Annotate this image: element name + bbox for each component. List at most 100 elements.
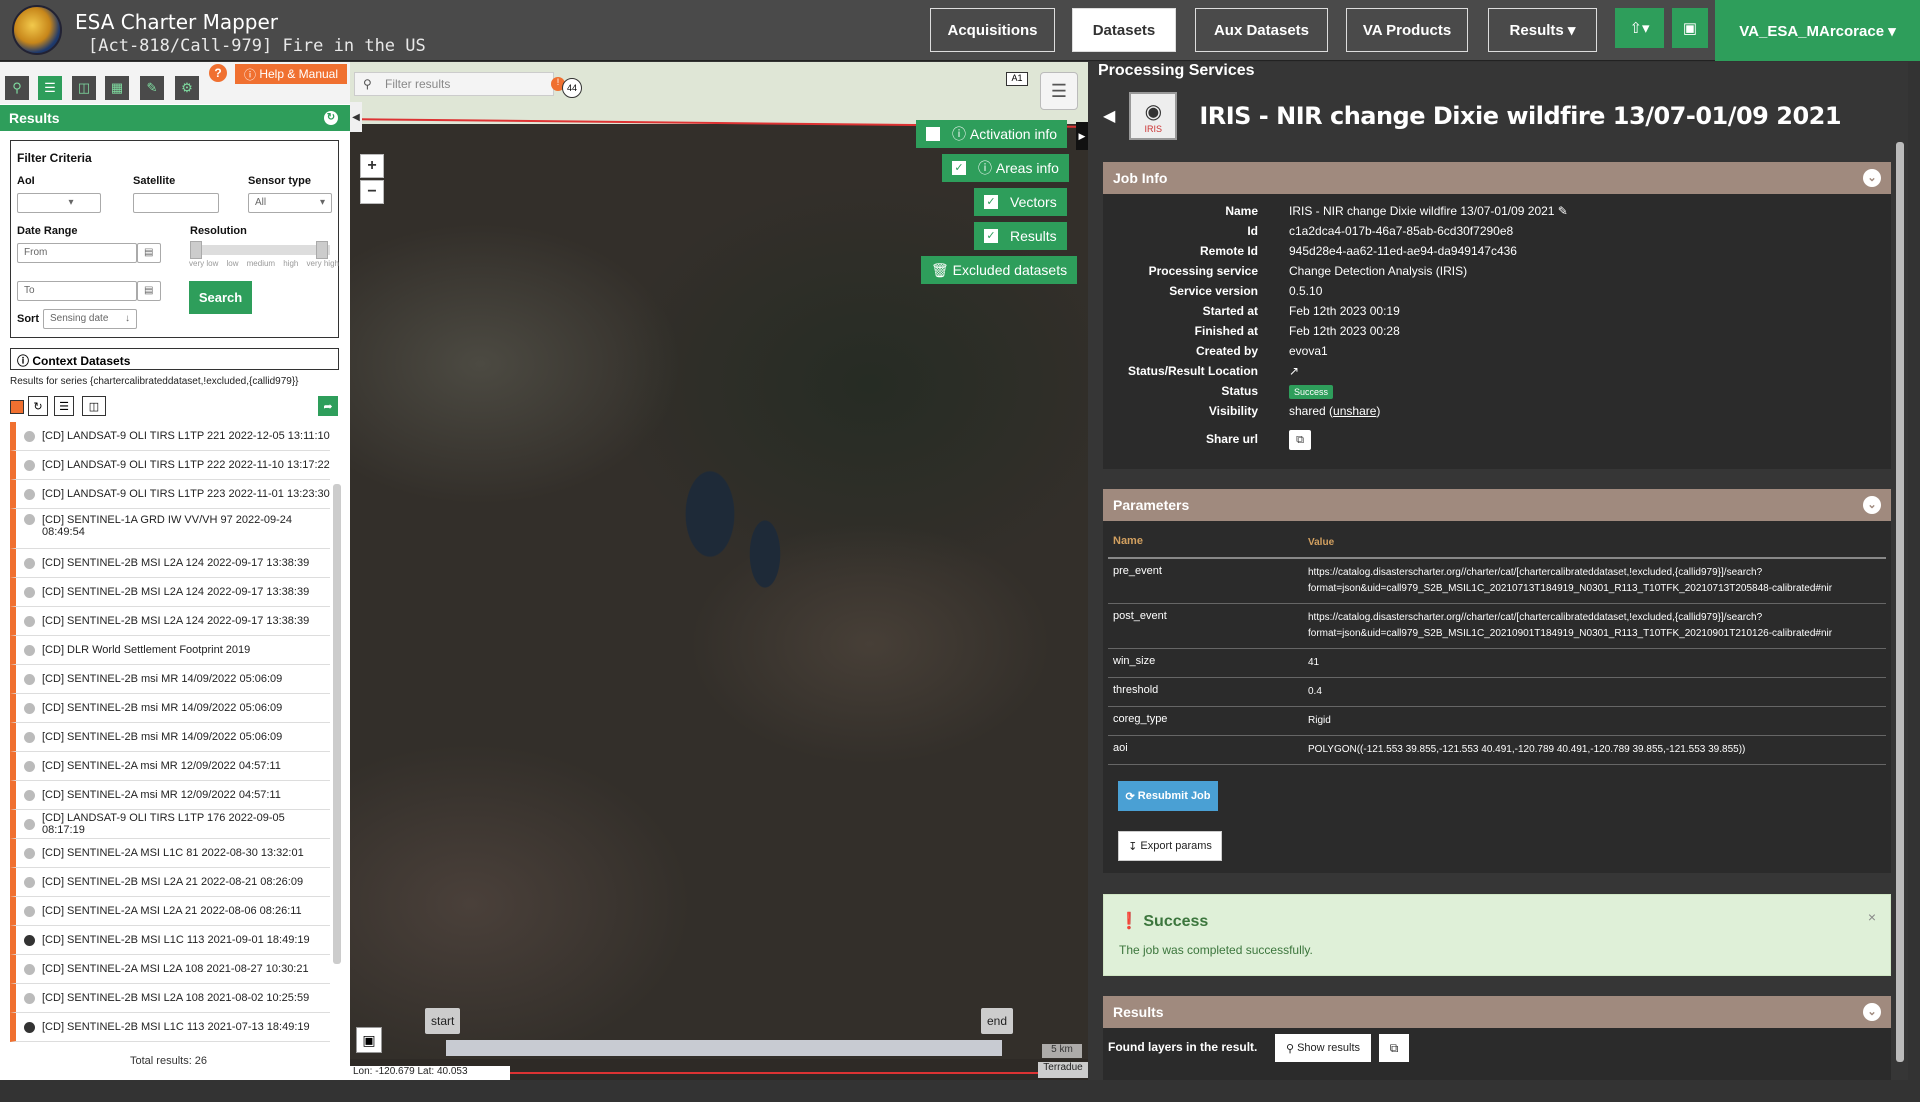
list-item[interactable]: [CD] SENTINEL-2A MSI L1C 81 2022-08-30 1… [10,839,330,868]
basket-icon[interactable]: ◫ [72,76,96,100]
list-item[interactable]: [CD] SENTINEL-2A MSI L2A 108 2021-08-27 … [10,955,330,984]
date-to-input[interactable]: To [17,281,137,301]
close-icon[interactable]: × [1868,909,1876,925]
list-view-icon[interactable]: ☰ [54,396,74,416]
list-item[interactable]: [CD] SENTINEL-2B MSI L2A 124 2022-09-17 … [10,549,330,578]
chevron-down-icon[interactable]: ⌄ [1863,496,1881,514]
globe-icon [24,673,35,685]
list-item[interactable]: [CD] LANDSAT-9 OLI TIRS L1TP 223 2022-11… [10,480,330,509]
refresh-icon[interactable]: ↻ [324,111,338,125]
show-results-button[interactable]: ⚲ Show results [1275,1034,1371,1062]
list-item[interactable]: [CD] SENTINEL-1A GRD IW VV/VH 97 2022-09… [10,509,330,549]
iris-service-icon: ◉ IRIS [1129,92,1178,140]
list-item[interactable]: [CD] LANDSAT-9 OLI TIRS L1TP 222 2022-11… [10,451,330,480]
list-scrollbar[interactable] [333,484,341,964]
gear-icon[interactable]: ⚙ [175,76,199,100]
basket-add-icon[interactable]: ◫ [82,396,106,416]
context-datasets-header[interactable]: ⓘ Context Datasets [10,348,339,370]
list-item[interactable]: [CD] DLR World Settlement Footprint 2019 [10,636,330,665]
nav-va-products[interactable]: VA Products [1346,8,1468,52]
results-section-header[interactable]: Results ⌄ [1103,996,1891,1028]
sensor-type-select[interactable]: All ▾ [248,193,332,213]
list-item[interactable]: [CD] SENTINEL-2B MSI L1C 113 2021-07-13 … [10,1013,330,1042]
list-item[interactable]: [CD] LANDSAT-9 OLI TIRS L1TP 176 2022-09… [10,810,330,839]
external-link-icon[interactable]: ↗ [1289,364,1299,378]
help-icon[interactable]: ? [209,64,227,82]
calendar-icon[interactable]: ▤ [137,281,161,301]
panel-title: Processing Services [1098,62,1255,79]
activation-info-toggle[interactable]: ⓘ Activation info [916,120,1068,148]
select-all-checkbox[interactable] [10,400,24,414]
list-item[interactable]: [CD] SENTINEL-2B MSI L2A 124 2022-09-17 … [10,607,330,636]
chevron-down-icon[interactable]: ⌄ [1863,169,1881,187]
item-label: [CD] LANDSAT-9 OLI TIRS L1TP 176 2022-09… [42,812,285,836]
nav-datasets[interactable]: Datasets [1072,8,1176,52]
panel-scrollbar[interactable] [1896,142,1904,1062]
slider-min-handle[interactable] [190,241,202,259]
job-info-header[interactable]: Job Info ⌄ [1103,162,1891,194]
share-icon[interactable]: ➦ [318,396,338,416]
list-item[interactable]: [CD] SENTINEL-2A msi MR 12/09/2022 04:57… [10,781,330,810]
parameters-header[interactable]: Parameters ⌄ [1103,489,1891,521]
resubmit-job-button[interactable]: ⟳ Resubmit Job [1118,781,1218,811]
list-item[interactable]: [CD] LANDSAT-9 OLI TIRS L1TP 221 2022-12… [10,422,330,451]
chevron-right-icon[interactable]: ▶ [1076,122,1088,150]
name-value[interactable]: IRIS - NIR change Dixie wildfire 13/07-0… [1289,204,1568,218]
map-filter-input[interactable]: ⚲ Filter results! [354,72,565,96]
map-view[interactable]: ⚲ Filter results! 44 A1 ☰ + − ⓘ Activatio… [350,62,1088,1080]
list-item[interactable]: [CD] SENTINEL-2B MSI L2A 124 2022-09-17 … [10,578,330,607]
checkbox[interactable]: ✓ [984,195,998,209]
timeline-toggle-icon[interactable]: ▣ [356,1027,382,1053]
search-button[interactable]: Search [189,281,252,314]
layers-icon[interactable]: ☰ [1040,72,1078,110]
slider-max-handle[interactable] [316,241,328,259]
briefcase-icon[interactable]: ▣ [1672,8,1708,48]
zoom-out-button[interactable]: − [360,180,384,204]
back-icon[interactable]: ◀ [1103,106,1115,126]
vectors-toggle[interactable]: ✓ Vectors [974,188,1067,216]
nav-acquisitions[interactable]: Acquisitions [930,8,1055,52]
user-menu[interactable]: VA_ESA_MArcorace ▾ [1715,0,1920,61]
date-from-input[interactable]: From [17,243,137,263]
list-item[interactable]: [CD] SENTINEL-2B MSI L2A 21 2022-08-21 0… [10,868,330,897]
checkbox[interactable] [926,127,940,141]
timeline-bar[interactable] [446,1040,1002,1056]
help-manual-button[interactable]: ⓘ Help & Manual [235,64,347,84]
list-item[interactable]: [CD] SENTINEL-2B msi MR 14/09/2022 05:06… [10,694,330,723]
nav-results-dropdown[interactable]: Results ▾ [1488,8,1597,52]
attribution[interactable]: Terradue [1038,1062,1088,1078]
pencil-icon[interactable]: ✎ [140,76,164,100]
calendar-icon[interactable]: ▤ [137,243,161,263]
upload-icon[interactable]: ⇧▾ [1615,8,1664,48]
copy-icon[interactable]: ⧉ [1379,1034,1409,1062]
list-icon[interactable]: ☰ [38,76,62,100]
archive-icon[interactable]: ▦ [105,76,129,100]
esa-charter-logo[interactable] [12,5,62,55]
list-item[interactable]: [CD] SENTINEL-2B MSI L1C 113 2021-09-01 … [10,926,330,955]
excluded-datasets-button[interactable]: 🗑 Excluded datasets [921,256,1078,284]
list-item[interactable]: [CD] SENTINEL-2B MSI L2A 108 2021-08-02 … [10,984,330,1013]
export-params-button[interactable]: ↧ Export params [1118,831,1222,861]
areas-info-toggle[interactable]: ✓ ⓘ Areas info [942,154,1069,182]
refresh-icon[interactable]: ↻ [28,396,48,416]
aoi-select[interactable]: ▾ [17,193,101,213]
unshare-link[interactable]: unshare [1333,404,1376,418]
chevron-down-icon[interactable]: ⌄ [1863,1003,1881,1021]
list-item[interactable]: [CD] SENTINEL-2A MSI L2A 21 2022-08-06 0… [10,897,330,926]
checkbox[interactable]: ✓ [952,161,966,175]
timeline-end[interactable]: end [981,1008,1014,1034]
zoom-in-button[interactable]: + [360,154,384,178]
satellite-input[interactable] [133,193,219,213]
sort-select[interactable]: Sensing date ↓ [43,309,137,329]
list-item[interactable]: [CD] SENTINEL-2B msi MR 14/09/2022 05:06… [10,665,330,694]
list-item[interactable]: [CD] SENTINEL-2A msi MR 12/09/2022 04:57… [10,752,330,781]
resolution-slider[interactable] [190,241,330,259]
nav-aux-datasets[interactable]: Aux Datasets [1195,8,1328,52]
checkbox[interactable]: ✓ [984,229,998,243]
list-item[interactable]: [CD] SENTINEL-2B msi MR 14/09/2022 05:06… [10,723,330,752]
collapse-panel-icon[interactable]: ◀ [350,102,362,132]
copy-icon[interactable]: ⧉ [1289,430,1311,450]
results-toggle[interactable]: ✓ Results [974,222,1067,250]
timeline-start[interactable]: start [425,1008,461,1034]
search-icon[interactable]: ⚲ [5,76,29,100]
